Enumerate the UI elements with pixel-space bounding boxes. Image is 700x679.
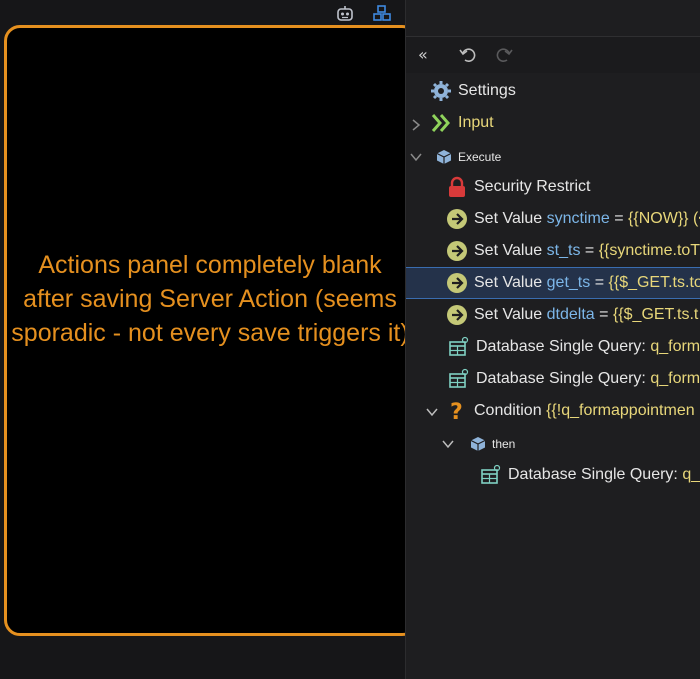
condition-expression: {{!q_formappointmen [546,402,695,419]
step-condition[interactable]: ? Condition {{!q_formappointmen [446,397,695,425]
value-expression: {{$_GET.ts.to [608,274,700,291]
step-set-value-synctime[interactable]: Set Value synctime = {{NOW}} (< [446,205,700,233]
chevron-down-icon[interactable] [410,150,422,162]
question-mark-icon: ? [446,400,468,425]
step-then[interactable]: then [470,430,515,458]
svg-text:?: ? [450,400,463,422]
equals-sign: = [594,274,605,291]
cube-icon [470,436,486,452]
step-settings[interactable]: Settings [430,77,516,105]
actions-panel: Actions panel completely blank after sav… [0,0,418,679]
lock-icon [446,176,468,198]
double-chevron-right-icon [430,112,452,134]
left-topbar [0,0,405,28]
steps-toolbar: « [406,37,700,73]
value-expression: {{NOW}} (< [628,210,700,227]
chevron-down-icon[interactable] [426,405,438,417]
arrow-circle-right-icon [446,208,468,230]
annotation-text: Actions panel completely blank after sav… [11,251,409,347]
database-table-icon [448,336,470,358]
chevron-down-icon[interactable] [442,437,454,449]
variable-name: get_ts [546,274,591,291]
step-db-single-query-3[interactable]: Database Single Query: q_ [480,461,700,489]
step-db-single-query-2[interactable]: Database Single Query: q_form [448,365,700,393]
set-value-label: Set Value [474,210,543,227]
double-chevron-left-icon[interactable]: « [418,45,438,65]
step-set-value-dtdelta[interactable]: Set Value dtdelta = {{$_GET.ts.t [446,301,698,329]
step-db-single-query-1[interactable]: Database Single Query: q_form [448,333,700,361]
cube-icon [436,149,452,165]
right-header [406,0,700,37]
chevron-right-icon[interactable] [410,118,422,131]
gear-icon [430,80,452,102]
condition-label: Condition [474,402,542,419]
db-query-name: q_form [650,338,700,355]
arrow-circle-right-icon [446,240,468,262]
then-label: then [492,437,516,451]
step-set-value-st-ts[interactable]: Set Value st_ts = {{synctime.toT [446,237,700,265]
equals-sign: = [614,210,624,227]
equals-sign: = [584,242,595,259]
equals-sign: = [599,306,609,323]
variable-name: st_ts [546,242,581,259]
database-table-icon [448,368,470,390]
security-label: Security Restrict [474,178,591,195]
cubes-icon[interactable] [371,4,391,24]
svg-text:«: « [418,45,428,64]
value-expression: {{$_GET.ts.t [612,306,699,323]
undo-icon[interactable] [458,45,478,65]
database-table-icon [480,464,502,486]
step-set-value-get-ts[interactable]: Set Value get_ts = {{$_GET.ts.to [446,269,700,297]
redo-icon[interactable] [494,45,514,65]
db-query-name: q_form [650,370,700,387]
db-query-name: q_ [682,466,700,483]
execute-label: Execute [458,150,502,164]
set-value-label: Set Value [474,306,543,323]
set-value-label: Set Value [474,274,543,291]
step-execute[interactable]: Execute [436,143,501,171]
db-query-label: Database Single Query: [476,370,646,387]
variable-name: dtdelta [546,306,595,323]
db-query-label: Database Single Query: [508,466,678,483]
arrow-circle-right-icon [446,304,468,326]
db-query-label: Database Single Query: [476,338,646,355]
robot-icon[interactable] [335,4,355,24]
input-label: Input [458,114,494,131]
variable-name: synctime [546,210,610,227]
settings-label: Settings [458,82,516,99]
step-security-restrict[interactable]: Security Restrict [446,173,590,201]
set-value-label: Set Value [474,242,543,259]
arrow-circle-right-icon [446,272,468,294]
action-steps-panel: « Settings Input Execute Security Restri… [406,0,700,679]
step-input[interactable]: Input [430,109,494,137]
value-expression: {{synctime.toT [598,242,700,259]
